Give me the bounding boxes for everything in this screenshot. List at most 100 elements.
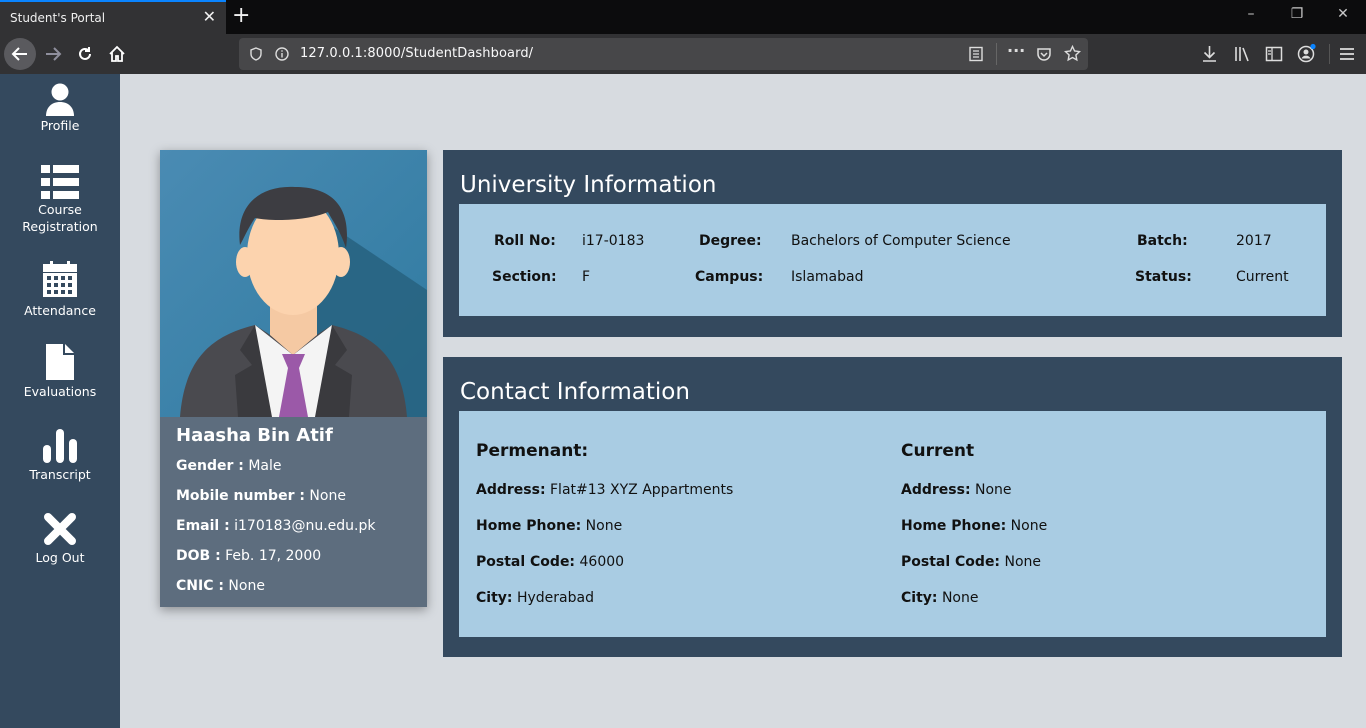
permanent-city: City: Hyderabad	[476, 590, 594, 606]
download-icon[interactable]	[1201, 45, 1218, 63]
account-icon[interactable]	[1297, 43, 1317, 63]
permanent-phone: Home Phone: None	[476, 518, 622, 534]
field-label: Home Phone:	[476, 518, 582, 534]
degree-label: Degree:	[699, 233, 762, 249]
forward-button[interactable]	[37, 38, 69, 70]
sidebar-toggle-icon[interactable]	[1265, 45, 1283, 63]
current-address: Address: None	[901, 482, 1012, 498]
home-button[interactable]	[101, 38, 133, 70]
field-value: None	[975, 482, 1012, 498]
current-phone: Home Phone: None	[901, 518, 1047, 534]
field-value: None	[1004, 554, 1042, 570]
home-icon	[109, 45, 125, 62]
sidebar-item-label: Log Out	[35, 550, 85, 565]
status-value: Current	[1236, 269, 1289, 285]
bar-chart-icon	[43, 429, 77, 463]
document-icon	[46, 344, 74, 380]
bookmark-star-icon[interactable]	[1064, 45, 1081, 62]
current-heading: Current	[901, 441, 975, 461]
sidebar-item-label: Attendance	[24, 303, 96, 318]
list-icon	[41, 165, 79, 199]
back-arrow-icon	[11, 47, 27, 61]
shield-icon[interactable]	[249, 47, 263, 61]
window-close-icon[interactable]: ✕	[1320, 6, 1366, 22]
field-label: Postal Code:	[476, 554, 576, 570]
field-label: CNIC :	[176, 578, 224, 594]
roll-label: Roll No:	[494, 233, 556, 249]
profile-name: Haasha Bin Atif	[176, 425, 333, 446]
page-actions-icon[interactable]: ···	[1007, 41, 1025, 60]
status-label: Status:	[1135, 269, 1192, 285]
field-label: DOB :	[176, 548, 221, 564]
sidebar-item-label: Profile	[40, 118, 80, 133]
campus-label: Campus:	[695, 269, 764, 285]
field-value: None	[585, 518, 623, 534]
sidebar-item-log-out[interactable]: Log Out	[0, 513, 120, 566]
profile-mobile: Mobile number : None	[176, 488, 346, 504]
panel-title: University Information	[460, 172, 717, 198]
profile-cnic: CNIC : None	[176, 578, 265, 594]
contact-panel: Contact Information Permenant: Address: …	[443, 357, 1342, 657]
close-icon	[44, 513, 76, 545]
forward-arrow-icon	[46, 47, 62, 61]
pocket-icon[interactable]	[1036, 46, 1052, 62]
toolbar-divider	[1329, 44, 1330, 64]
contact-details: Permenant: Address: Flat#13 XYZ Appartme…	[459, 411, 1326, 637]
sidebar-item-course-registration[interactable]: Course Registration	[0, 164, 120, 235]
tab-title: Student's Portal	[10, 11, 106, 25]
tab-close-icon[interactable]: ✕	[203, 9, 216, 25]
back-button[interactable]	[4, 38, 36, 70]
field-label: Mobile number :	[176, 488, 305, 504]
sidebar-item-evaluations[interactable]: Evaluations	[0, 344, 120, 400]
permanent-heading: Permenant:	[476, 441, 589, 461]
sidebar-item-attendance[interactable]: Attendance	[0, 261, 120, 319]
university-details: Roll No: i17-0183 Degree: Bachelors of C…	[459, 204, 1326, 316]
section-label: Section:	[492, 269, 557, 285]
minimize-icon[interactable]: –	[1228, 6, 1274, 22]
current-city: City: None	[901, 590, 978, 606]
reload-button[interactable]	[69, 38, 101, 70]
sidebar-item-label: Transcript	[29, 467, 91, 482]
field-value: None	[1010, 518, 1048, 534]
field-label: Gender :	[176, 458, 244, 474]
field-value: None	[309, 488, 346, 504]
browser-tab[interactable]: Student's Portal ✕	[0, 0, 226, 34]
university-panel: University Information Roll No: i17-0183…	[443, 150, 1342, 337]
roll-value: i17-0183	[582, 233, 645, 249]
field-label: Home Phone:	[901, 518, 1007, 534]
profile-email: Email : i170183@nu.edu.pk	[176, 518, 375, 534]
field-label: Email :	[176, 518, 230, 534]
browser-navbar: 127.0.0.1:8000/StudentDashboard/ ···	[0, 34, 1366, 74]
sidebar-item-profile[interactable]: Profile	[0, 83, 120, 134]
browser-tabbar: Student's Portal ✕ + – ❐ ✕	[0, 0, 1366, 34]
calendar-icon	[43, 261, 77, 297]
current-postal: Postal Code: None	[901, 554, 1041, 570]
urlbar-divider	[996, 43, 997, 65]
permanent-postal: Postal Code: 46000	[476, 554, 624, 570]
field-value: 46000	[579, 554, 625, 570]
sidebar-item-transcript[interactable]: Transcript	[0, 429, 120, 483]
url-bar[interactable]: 127.0.0.1:8000/StudentDashboard/ ···	[239, 38, 1088, 70]
sidebar: Profile Course Registration Attendance E	[0, 74, 120, 728]
field-value: i170183@nu.edu.pk	[234, 518, 376, 534]
new-tab-icon[interactable]: +	[232, 5, 250, 27]
reader-view-icon[interactable]	[968, 46, 984, 62]
hamburger-menu-icon[interactable]	[1339, 46, 1355, 62]
field-label: City:	[476, 590, 513, 606]
url-text[interactable]: 127.0.0.1:8000/StudentDashboard/	[300, 46, 533, 61]
field-value: Feb. 17, 2000	[225, 548, 322, 564]
section-value: F	[582, 269, 591, 285]
field-label: Address:	[476, 482, 546, 498]
restore-icon[interactable]: ❐	[1274, 6, 1320, 22]
library-icon[interactable]	[1233, 45, 1251, 63]
field-value: None	[941, 590, 979, 606]
info-icon[interactable]	[275, 47, 289, 61]
field-value: Flat#13 XYZ Appartments	[550, 482, 734, 498]
batch-value: 2017	[1236, 233, 1272, 249]
degree-value: Bachelors of Computer Science	[791, 233, 1011, 249]
profile-gender: Gender : Male	[176, 458, 281, 474]
campus-value: Islamabad	[791, 269, 864, 285]
field-label: City:	[901, 590, 938, 606]
batch-label: Batch:	[1137, 233, 1188, 249]
sidebar-item-label: Course Registration	[22, 202, 98, 234]
